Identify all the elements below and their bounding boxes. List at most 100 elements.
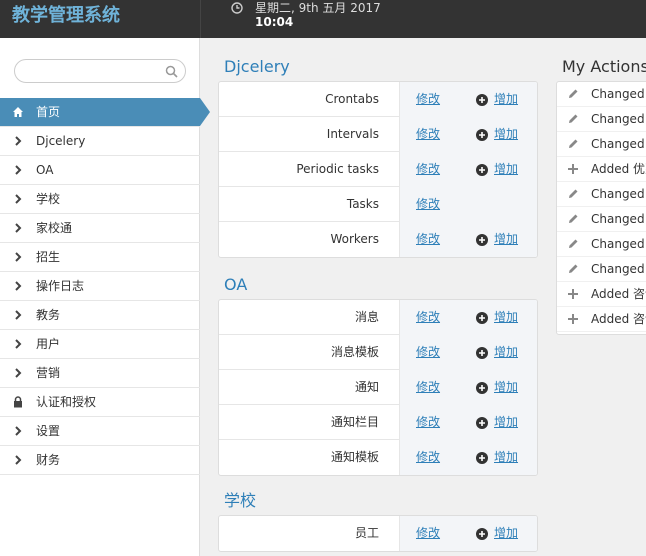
model-name[interactable]: 通知 [219,370,399,405]
action-text: Changed 4 [591,112,646,126]
model-name[interactable]: 通知模板 [219,440,399,475]
model-name[interactable]: 消息模板 [219,335,399,370]
table-row: 通知栏目 修改 增加 [219,405,537,440]
action-item[interactable]: Changed 4 [557,132,646,157]
change-link[interactable]: 修改 [416,440,440,475]
sidebar-item-label: 认证和授权 [36,395,97,409]
plus-circle-icon [476,528,488,540]
add-link[interactable]: 增加 [476,222,518,257]
sidebar-item-label: 财务 [36,453,61,467]
add-link[interactable]: 增加 [476,370,518,405]
action-item[interactable]: Changed 1 [557,232,646,257]
chevron-right-icon [15,455,22,465]
search-icon[interactable] [165,65,178,78]
row-actions: 修改 [399,187,537,222]
table-row: 通知 修改 增加 [219,370,537,405]
sidebar-item-3[interactable]: 学校 [0,185,200,214]
action-item[interactable]: Added 咨询 [557,307,646,332]
action-item[interactable]: Changed 9 [557,182,646,207]
sidebar-item-10[interactable]: 认证和授权 [0,388,200,417]
table-row: 员工 修改 增加 [219,516,537,551]
change-link[interactable]: 修改 [416,82,440,117]
change-link[interactable]: 修改 [416,335,440,370]
add-link[interactable]: 增加 [476,300,518,335]
action-item[interactable]: Added 优惠 [557,157,646,182]
sidebar-item-label: OA [36,163,54,177]
sidebar-item-4[interactable]: 家校通 [0,214,200,243]
add-link[interactable]: 增加 [476,152,518,187]
action-text: Changed 9 [591,187,646,201]
change-link[interactable]: 修改 [416,405,440,440]
model-name[interactable]: 通知栏目 [219,405,399,440]
row-actions: 修改 增加 [399,222,537,257]
change-link[interactable]: 修改 [416,222,440,257]
model-name[interactable]: Periodic tasks [219,152,399,187]
add-link[interactable]: 增加 [476,82,518,117]
row-actions: 修改 增加 [399,82,537,117]
sidebar-item-0[interactable]: 首页 [0,98,210,127]
action-item[interactable]: Changed 9 [557,207,646,232]
sidebar-item-9[interactable]: 营销 [0,359,200,388]
table-row: 消息模板 修改 增加 [219,335,537,370]
model-name[interactable]: 员工 [219,516,399,551]
my-actions-title: My Actions [562,57,646,76]
sidebar-item-12[interactable]: 财务 [0,446,200,475]
plus-circle-icon [476,94,488,106]
module-table: 消息 修改 增加 消息模板 修改 增加 通知 修改 增加 通知栏目 修改 增加 通知模板 修改 增加 [218,299,538,476]
change-link[interactable]: 修改 [416,187,440,222]
table-row: 消息 修改 增加 [219,300,537,335]
change-link[interactable]: 修改 [416,117,440,152]
sidebar: 首页 Djcelery OA 学校 家校通 招生 操作日志 教务用户营销认证和授权设置财务 [0,38,210,556]
plus-circle-icon [476,452,488,464]
app-brand[interactable]: 教学管理系统 [0,0,200,38]
action-item[interactable]: Added 咨询 [557,282,646,307]
sidebar-item-1[interactable]: Djcelery [0,127,200,156]
action-text: Changed 4 [591,137,646,151]
action-item[interactable]: Changed 4 [557,107,646,132]
change-link[interactable]: 修改 [416,300,440,335]
sidebar-item-label: 用户 [36,337,61,351]
model-name[interactable]: Crontabs [219,82,399,117]
model-name[interactable]: 消息 [219,300,399,335]
table-row: Intervals 修改 增加 [219,117,537,152]
module-table: Crontabs 修改 增加 Intervals 修改 增加 Periodic tasks 修… [218,81,538,258]
row-actions: 修改 增加 [399,335,537,370]
action-text: Changed 9 [591,262,646,276]
sidebar-item-5[interactable]: 招生 [0,243,200,272]
add-link[interactable]: 增加 [476,335,518,370]
module-title[interactable]: 学校 [224,492,256,510]
sidebar-item-6[interactable]: 操作日志 [0,272,200,301]
sidebar-item-8[interactable]: 用户 [0,330,200,359]
my-actions-panel: Changed 4 Changed 4 Changed 4 Added 优惠 Chang… [556,81,646,335]
table-row: Tasks 修改 [219,187,537,222]
model-name[interactable]: Workers [219,222,399,257]
add-link[interactable]: 增加 [476,117,518,152]
add-link[interactable]: 增加 [476,516,518,551]
add-link[interactable]: 增加 [476,405,518,440]
module-title[interactable]: OA [224,276,247,294]
lock-icon [14,396,22,408]
add-label: 增加 [494,450,519,464]
model-name[interactable]: Tasks [219,187,399,222]
change-link[interactable]: 修改 [416,516,440,551]
sidebar-item-2[interactable]: OA [0,156,200,185]
pencil-icon [569,139,578,148]
search-input[interactable] [23,60,163,82]
row-actions: 修改 增加 [399,405,537,440]
module-title[interactable]: Djcelery [224,58,290,76]
action-item[interactable]: Changed 4 [557,82,646,107]
sidebar-item-7[interactable]: 教务 [0,301,200,330]
model-name[interactable]: Intervals [219,117,399,152]
plus-circle-icon [476,234,488,246]
row-actions: 修改 增加 [399,440,537,475]
add-link[interactable]: 增加 [476,440,518,475]
change-link[interactable]: 修改 [416,152,440,187]
sidebar-item-11[interactable]: 设置 [0,417,200,446]
pencil-icon [569,189,578,198]
change-link[interactable]: 修改 [416,370,440,405]
action-item[interactable]: Changed 9 [557,257,646,282]
pencil-icon [569,239,578,248]
chevron-right-icon [15,252,22,262]
action-text: Added 优惠 [591,162,646,176]
add-label: 增加 [494,415,519,429]
